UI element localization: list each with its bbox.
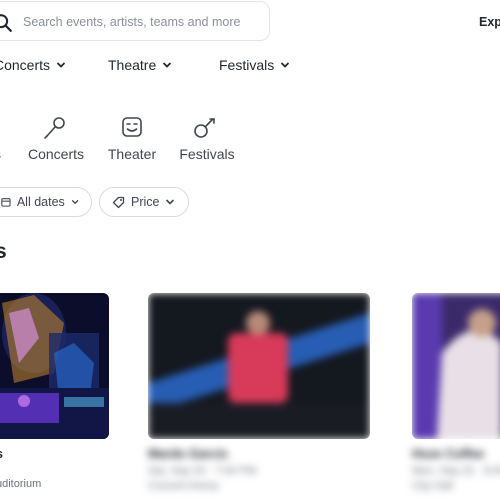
chevron-down-icon [281, 62, 290, 68]
event-card-image[interactable] [0, 293, 109, 439]
price-tag-icon [112, 196, 125, 208]
date-filter-button[interactable]: All dates [0, 187, 92, 217]
nav-festivals-dropdown[interactable]: Festivals [219, 57, 290, 73]
event-title[interactable]: Mardo Garcis [148, 447, 228, 461]
category-tile-concerts[interactable]: Concerts [26, 116, 86, 162]
event-photo [0, 293, 109, 439]
event-card-image[interactable] [412, 293, 500, 439]
microphone-icon [44, 117, 65, 139]
price-filter-button[interactable]: Price [99, 187, 189, 217]
chevron-down-icon [71, 199, 79, 205]
price-filter-label: Price [131, 195, 160, 209]
date-filter-label: All dates [16, 195, 65, 209]
nav-label: Theatre [108, 57, 157, 73]
chevron-down-icon [56, 62, 66, 68]
category-label: Festivals [179, 146, 235, 162]
event-date: Sat, Sep 20 · 7:00 PM [148, 465, 257, 477]
nav-label: Festivals [219, 57, 275, 73]
category-tile-partial[interactable]: s [0, 146, 1, 162]
chevron-down-icon [166, 199, 175, 205]
section-title: ts [0, 240, 7, 263]
chevron-down-icon [163, 62, 172, 68]
category-label: s [0, 146, 1, 162]
category-tile-theater[interactable]: Theater [106, 116, 158, 162]
event-venue: City Hall [412, 480, 453, 492]
explore-link[interactable]: Exp [479, 15, 500, 29]
search-icon [0, 14, 12, 32]
event-photo [412, 293, 500, 439]
theater-mask-icon [122, 117, 142, 137]
event-card-image[interactable] [148, 293, 370, 439]
category-label: Concerts [27, 146, 85, 162]
event-date: Mon, Sep 22 · 8:00 PM [412, 465, 500, 477]
search-input[interactable] [23, 11, 259, 33]
nav-theatre-dropdown[interactable]: Theatre [108, 57, 172, 73]
nav-label: Concerts [0, 57, 51, 73]
nav-concerts-dropdown[interactable]: Concerts [0, 57, 66, 73]
category-tile-festivals[interactable]: Festivals [178, 116, 236, 162]
calendar-icon [1, 198, 11, 207]
event-photo [148, 293, 370, 439]
event-venue: uditorium [0, 478, 42, 490]
festival-icon [194, 118, 215, 138]
event-title[interactable]: Hoze Coffee [412, 447, 484, 461]
search-bar[interactable] [0, 1, 270, 41]
category-label: Theater [107, 146, 157, 162]
event-venue: Concert Arena [148, 480, 219, 492]
event-title[interactable]: s [0, 447, 3, 461]
